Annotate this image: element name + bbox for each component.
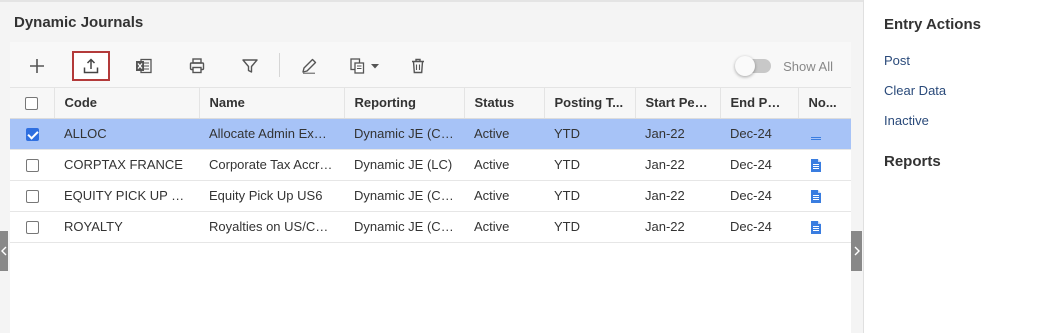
left-panel-collapse-handle[interactable] bbox=[0, 231, 8, 271]
reporting-cell: Dynamic JE (CC) bbox=[344, 211, 464, 243]
upload-icon bbox=[83, 58, 99, 74]
name-cell: Corporate Tax Accru... bbox=[199, 149, 344, 181]
plus-icon bbox=[30, 59, 44, 73]
start-period-cell: Jan-22 bbox=[635, 180, 720, 212]
column-header-status[interactable]: Status bbox=[464, 88, 545, 119]
post-link[interactable]: Post bbox=[884, 53, 910, 68]
journals-panel: Show All Code Name Reporting Status Post… bbox=[10, 42, 851, 333]
start-period-cell: Jan-22 bbox=[635, 211, 720, 243]
reports-heading: Reports bbox=[884, 153, 941, 170]
note-icon[interactable] bbox=[811, 221, 821, 235]
pencil-icon bbox=[302, 58, 317, 74]
add-button[interactable] bbox=[18, 51, 56, 81]
name-cell: Royalties on US/CAN... bbox=[199, 211, 344, 243]
row-checkbox[interactable] bbox=[25, 128, 39, 142]
row-checkbox[interactable] bbox=[25, 190, 39, 204]
chevron-right-icon bbox=[854, 246, 860, 256]
toggle-knob bbox=[735, 56, 756, 76]
end-period-cell: Dec-24 bbox=[720, 118, 798, 150]
note-icon[interactable] bbox=[811, 190, 821, 204]
show-all-control: Show All bbox=[735, 56, 833, 76]
code-cell: EQUITY PICK UP US6 bbox=[54, 180, 199, 212]
status-cell: Active bbox=[464, 118, 544, 150]
trash-icon bbox=[412, 58, 424, 74]
edit-button[interactable] bbox=[290, 51, 328, 81]
page-title: Dynamic Journals bbox=[14, 14, 144, 31]
excel-icon bbox=[136, 58, 152, 74]
code-cell: ROYALTY bbox=[54, 211, 199, 243]
show-all-label: Show All bbox=[783, 58, 833, 74]
table-row[interactable]: ROYALTY Royalties on US/CAN... Dynamic J… bbox=[10, 211, 851, 243]
copy-icon bbox=[349, 58, 364, 74]
select-all-checkbox[interactable] bbox=[25, 97, 39, 111]
upload-button[interactable] bbox=[72, 51, 110, 81]
clear-data-link[interactable]: Clear Data bbox=[884, 83, 946, 98]
reporting-cell: Dynamic JE (LC) bbox=[344, 149, 464, 181]
end-period-cell: Dec-24 bbox=[720, 149, 798, 181]
column-header-reporting[interactable]: Reporting bbox=[344, 88, 465, 119]
status-cell: Active bbox=[464, 149, 544, 181]
journals-grid: Code Name Reporting Status Posting T... … bbox=[10, 88, 851, 243]
grid-header-row: Code Name Reporting Status Posting T... … bbox=[10, 88, 851, 119]
reporting-cell: Dynamic JE (CC) bbox=[344, 118, 464, 150]
notes-cell bbox=[798, 211, 851, 243]
note-icon[interactable] bbox=[811, 128, 821, 142]
right-panel-collapse-handle[interactable] bbox=[851, 231, 862, 271]
code-cell: CORPTAX FRANCE bbox=[54, 149, 199, 181]
export-excel-button[interactable] bbox=[125, 51, 163, 81]
status-cell: Active bbox=[464, 211, 544, 243]
end-period-cell: Dec-24 bbox=[720, 180, 798, 212]
column-header-code[interactable]: Code bbox=[54, 88, 200, 119]
copy-dropdown-button[interactable] bbox=[343, 51, 385, 81]
start-period-cell: Jan-22 bbox=[635, 149, 720, 181]
posting-type-cell: YTD bbox=[544, 211, 635, 243]
entry-actions-heading: Entry Actions bbox=[884, 16, 981, 33]
chevron-left-icon bbox=[1, 246, 7, 256]
column-header-posting-type[interactable]: Posting T... bbox=[544, 88, 636, 119]
table-row[interactable]: CORPTAX FRANCE Corporate Tax Accru... Dy… bbox=[10, 149, 851, 181]
notes-cell bbox=[798, 180, 851, 212]
toolbar-separator bbox=[279, 53, 280, 77]
grid-toolbar: Show All bbox=[10, 42, 851, 88]
row-checkbox[interactable] bbox=[25, 159, 39, 173]
row-checkbox[interactable] bbox=[25, 221, 39, 235]
table-row[interactable]: ALLOC Allocate Admin Expe... Dynamic JE … bbox=[10, 118, 851, 150]
name-cell: Equity Pick Up US6 bbox=[199, 180, 344, 212]
posting-type-cell: YTD bbox=[544, 180, 635, 212]
status-cell: Active bbox=[464, 180, 544, 212]
column-header-end-period[interactable]: End Per... bbox=[720, 88, 799, 119]
printer-icon bbox=[189, 58, 205, 74]
notes-cell bbox=[798, 149, 851, 181]
code-cell: ALLOC bbox=[54, 118, 199, 150]
posting-type-cell: YTD bbox=[544, 118, 635, 150]
filter-button[interactable] bbox=[231, 51, 269, 81]
actions-sidebar: Entry Actions Post Clear Data Inactive R… bbox=[863, 0, 1061, 333]
note-icon[interactable] bbox=[811, 159, 821, 173]
notes-cell bbox=[798, 118, 851, 150]
select-all-cell bbox=[10, 88, 55, 119]
table-row[interactable]: EQUITY PICK UP US6 Equity Pick Up US6 Dy… bbox=[10, 180, 851, 212]
caret-down-icon bbox=[370, 64, 379, 69]
inactive-link[interactable]: Inactive bbox=[884, 113, 929, 128]
show-all-toggle[interactable] bbox=[735, 56, 772, 76]
column-header-notes[interactable]: No... bbox=[798, 88, 851, 119]
start-period-cell: Jan-22 bbox=[635, 118, 720, 150]
main-content: Dynamic Journals Show All Code Name Repo… bbox=[0, 2, 863, 333]
print-button[interactable] bbox=[178, 51, 216, 81]
column-header-name[interactable]: Name bbox=[199, 88, 345, 119]
filter-icon bbox=[242, 59, 258, 73]
delete-button[interactable] bbox=[399, 51, 437, 81]
posting-type-cell: YTD bbox=[544, 149, 635, 181]
column-header-start-period[interactable]: Start Per... bbox=[635, 88, 721, 119]
name-cell: Allocate Admin Expe... bbox=[199, 118, 344, 150]
reporting-cell: Dynamic JE (CC) bbox=[344, 180, 464, 212]
end-period-cell: Dec-24 bbox=[720, 211, 798, 243]
